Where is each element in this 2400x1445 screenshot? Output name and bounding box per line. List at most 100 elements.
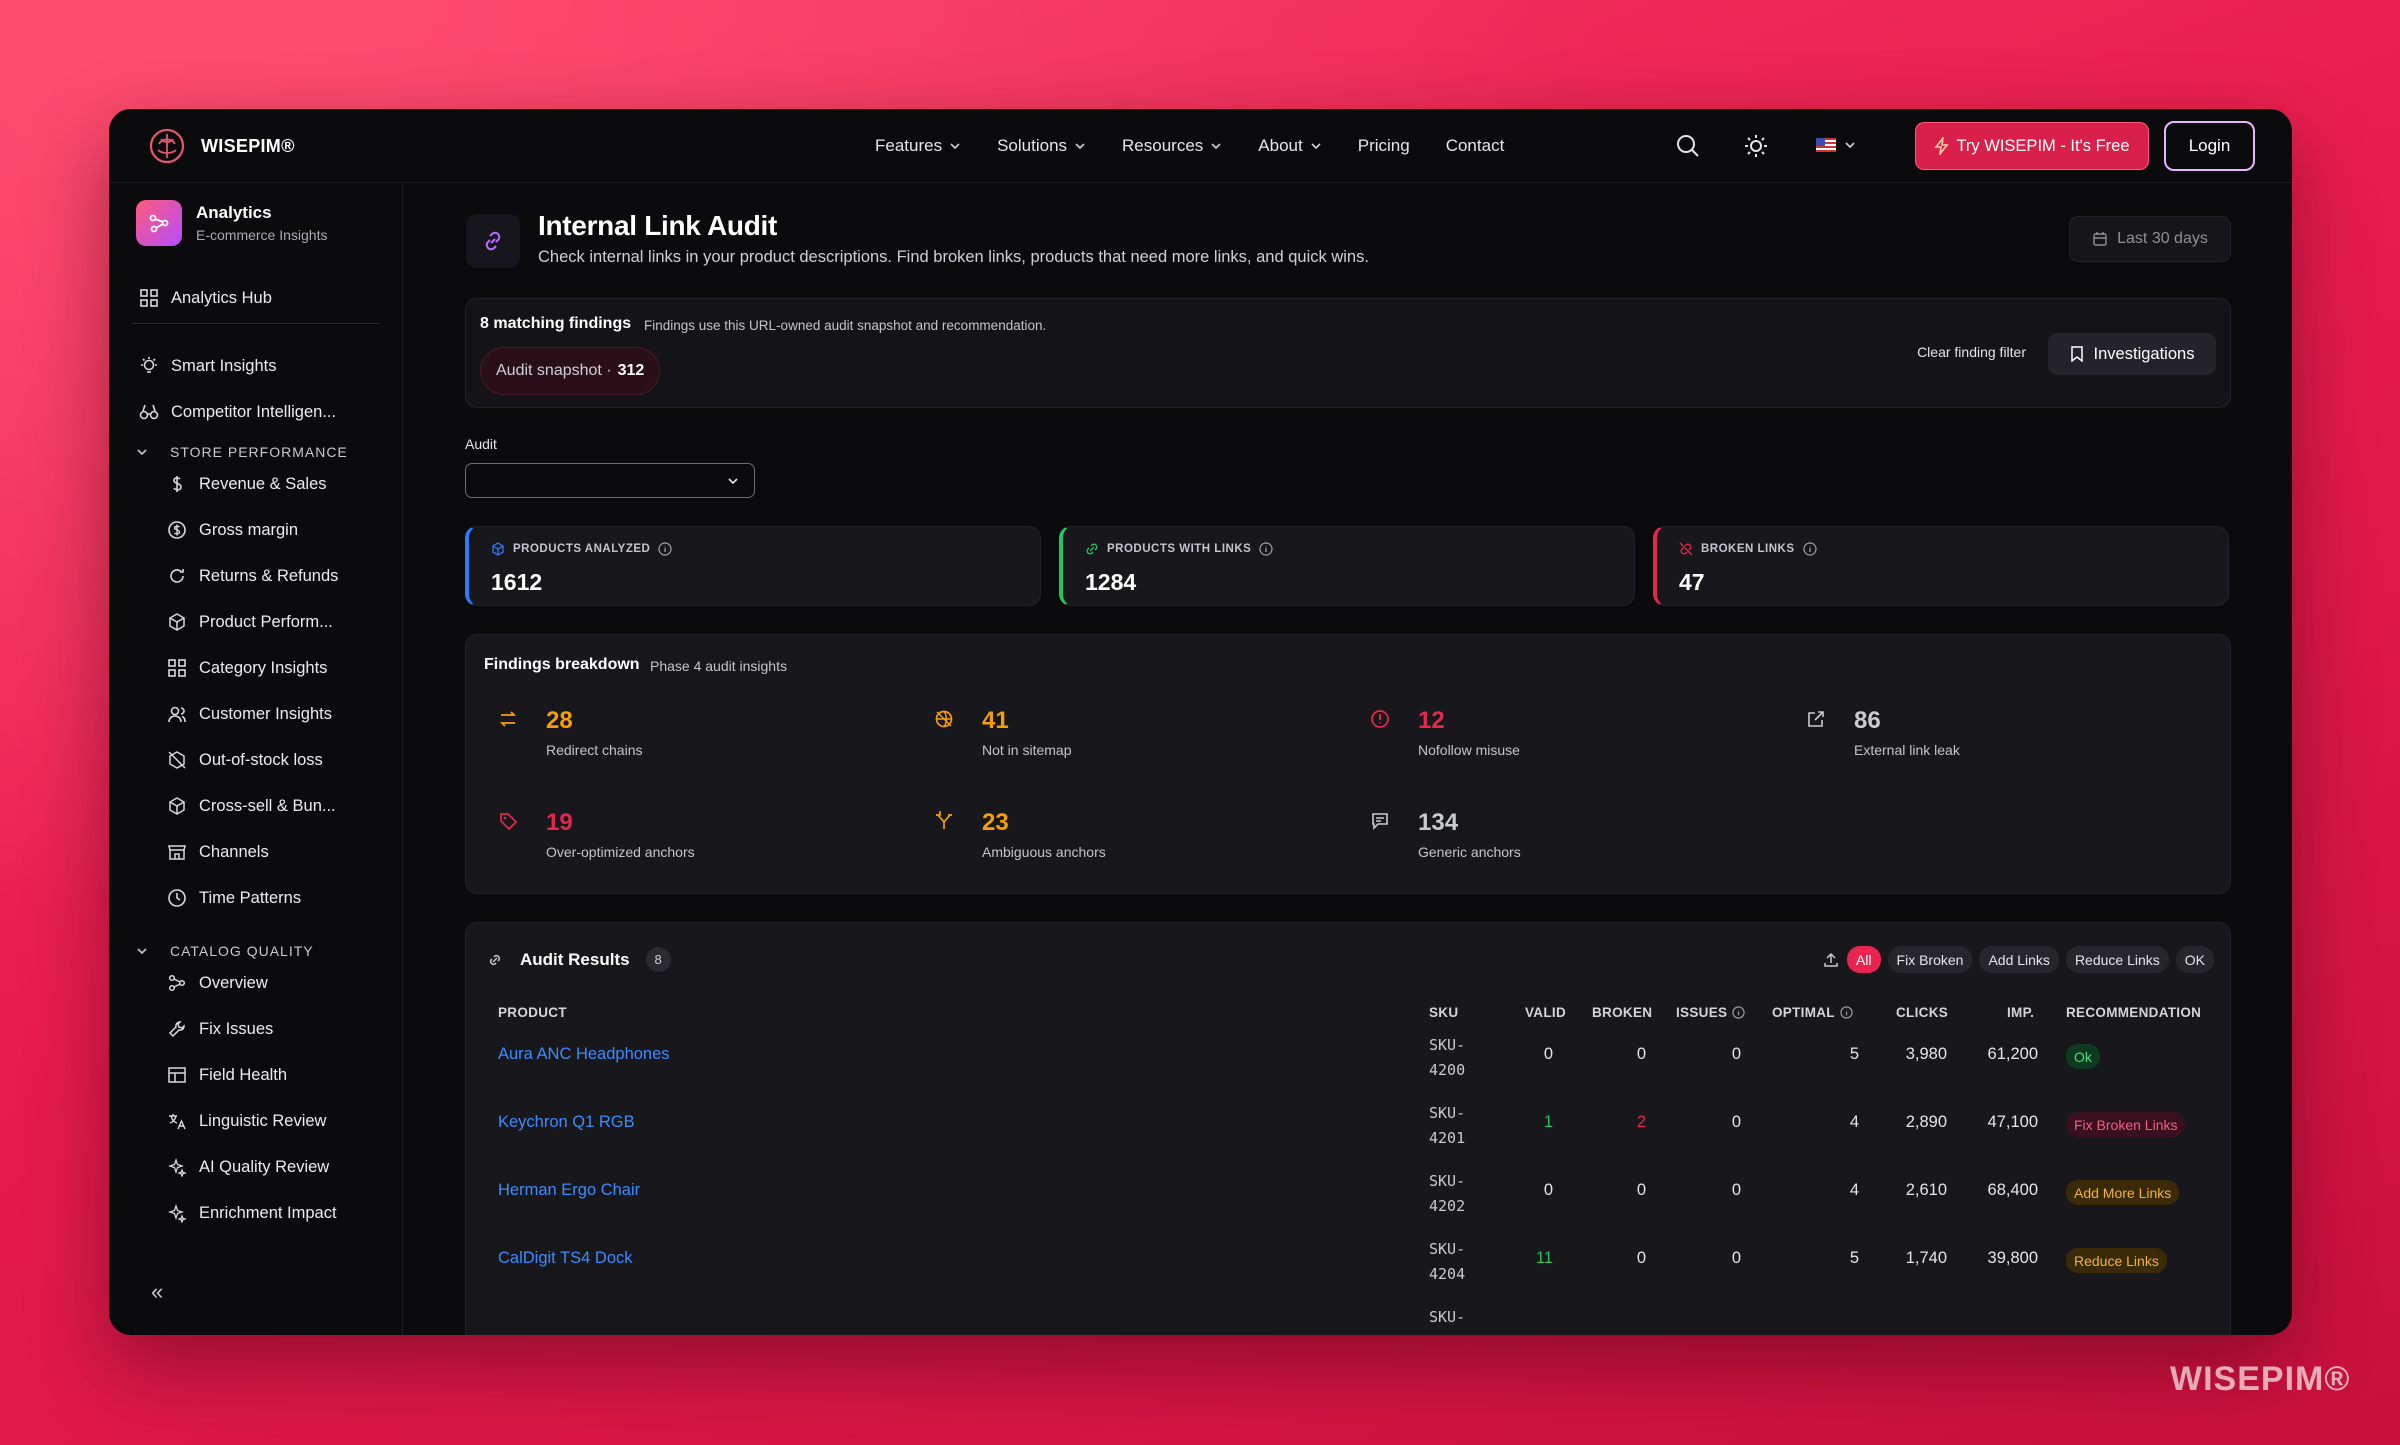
column-clicks[interactable]: CLICKS [1896, 1005, 1948, 1020]
nav-contact[interactable]: Contact [1446, 136, 1505, 156]
sidebar-item-ai-quality-review[interactable]: AI Quality Review [167, 1157, 329, 1177]
finding-label: Redirect chains [546, 742, 643, 758]
sidebar-item-label: Returns & Refunds [199, 566, 339, 585]
analytics-logo [136, 200, 182, 246]
sidebar-item-category-insights[interactable]: Category Insights [167, 658, 327, 678]
product-link[interactable]: Herman Ergo Chair [498, 1181, 640, 1200]
finding-ambiguous-anchors[interactable]: 23 Ambiguous anchors [934, 809, 1334, 869]
chevron-down-icon [137, 948, 147, 955]
chevron-down-icon [728, 478, 738, 485]
audit-select[interactable] [465, 463, 755, 498]
sun-icon[interactable] [1743, 133, 1769, 159]
main-content: Internal Link Audit Check internal links… [404, 184, 2292, 1335]
audit-snapshot-chip[interactable]: Audit snapshot · 312 [480, 347, 661, 395]
language-selector[interactable] [1816, 138, 1856, 152]
column-impressions[interactable]: IMP. [2007, 1005, 2034, 1020]
sidebar-item-channels[interactable]: Channels [167, 842, 269, 862]
product-link[interactable]: Keychron Q1 RGB [498, 1113, 635, 1132]
column-valid[interactable]: VALID [1525, 1005, 1566, 1020]
date-range-button[interactable]: Last 30 days [2069, 216, 2231, 262]
kpi-products-with-links: PRODUCTS WITH LINKS 1284 [1059, 526, 1635, 606]
finding-redirect-chains[interactable]: 28 Redirect chains [498, 707, 898, 767]
sidebar-item-smart-insights[interactable]: Smart Insights [139, 356, 276, 376]
clicks-cell: 2,890 [1905, 1113, 1947, 1131]
filter-fix-broken[interactable]: Fix Broken [1887, 946, 1973, 973]
sidebar-item-product-performance[interactable]: Product Perform... [167, 612, 333, 632]
sidebar-item-field-health[interactable]: Field Health [167, 1065, 287, 1085]
sidebar-item-cross-sell-bundles[interactable]: Cross-sell & Bun... [167, 796, 336, 816]
chevron-down-icon [1311, 143, 1321, 150]
column-recommendation[interactable]: RECOMMENDATION [2066, 1005, 2201, 1020]
search-icon[interactable] [1675, 133, 1701, 159]
sidebar-item-label: Overview [199, 973, 268, 992]
finding-over-optimized-anchors[interactable]: 19 Over-optimized anchors [498, 809, 898, 869]
sidebar-item-revenue-sales[interactable]: Revenue & Sales [167, 474, 327, 494]
filter-add-links[interactable]: Add Links [1979, 946, 2059, 973]
sparkles-icon [167, 1157, 187, 1177]
broken-link-icon [1679, 542, 1693, 556]
clear-finding-filter-button[interactable]: Clear finding filter [1917, 344, 2026, 360]
nav-pricing[interactable]: Pricing [1358, 136, 1410, 156]
sidebar-item-competitor-intelligence[interactable]: Competitor Intelligen... [139, 402, 336, 422]
sidebar-item-analytics-hub[interactable]: Analytics Hub [139, 288, 272, 308]
nav-pricing-label: Pricing [1357, 136, 1410, 155]
column-optimal[interactable]: OPTIMAL [1772, 1005, 1853, 1020]
info-icon[interactable] [658, 542, 672, 556]
sidebar-item-label: Product Perform... [199, 612, 333, 631]
grid-icon [168, 659, 186, 677]
investigations-button[interactable]: Investigations [2048, 333, 2216, 375]
try-free-button[interactable]: Try WISEPIM - It's Free [1915, 122, 2149, 170]
impressions-cell: 39,800 [1987, 1249, 2038, 1267]
filter-reduce-links[interactable]: Reduce Links [2065, 946, 2169, 973]
chevron-down-icon [1845, 142, 1855, 149]
sidebar-item-time-patterns[interactable]: Time Patterns [167, 888, 301, 908]
finding-external-link-leak[interactable]: 86 External link leak [1806, 707, 2206, 767]
product-link[interactable]: Aura ANC Headphones [498, 1045, 670, 1064]
broken-cell: 0 [1636, 1249, 1646, 1267]
chevron-down-icon [137, 449, 147, 456]
sidebar-item-overview[interactable]: Overview [167, 973, 268, 993]
export-icon[interactable] [1822, 951, 1840, 969]
chevron-down-icon [1075, 143, 1085, 150]
section-store-performance[interactable]: STORE PERFORMANCE [136, 444, 348, 460]
product-link[interactable]: CalDigit TS4 Dock [498, 1249, 633, 1268]
share-nodes-icon [149, 214, 169, 233]
chevron-down-icon [1211, 143, 1221, 150]
valid-cell: 11 [1535, 1249, 1553, 1267]
nav-features[interactable]: Features [875, 136, 961, 156]
finding-generic-anchors[interactable]: 134 Generic anchors [1370, 809, 1770, 869]
cube-icon [492, 542, 504, 556]
filter-ok[interactable]: OK [2175, 946, 2214, 973]
info-icon[interactable] [1802, 542, 1817, 556]
nav-resources[interactable]: Resources [1122, 136, 1222, 156]
sidebar-item-out-of-stock-loss[interactable]: Out-of-stock loss [167, 750, 323, 770]
nav-solutions[interactable]: Solutions [997, 136, 1086, 156]
finding-not-in-sitemap[interactable]: 41 Not in sitemap [934, 707, 1334, 767]
finding-nofollow-misuse[interactable]: 12 Nofollow misuse [1370, 707, 1770, 767]
section-label: CATALOG QUALITY [170, 943, 314, 959]
sidebar-item-fix-issues[interactable]: Fix Issues [167, 1019, 273, 1039]
sidebar-item-customer-insights[interactable]: Customer Insights [167, 704, 332, 724]
filter-all[interactable]: All [1846, 946, 1881, 973]
collapse-sidebar-button[interactable]: « [151, 1279, 163, 1305]
recommendation-badge: Ok [2066, 1044, 2100, 1069]
info-icon[interactable] [1259, 542, 1273, 556]
nav-about[interactable]: About [1258, 136, 1321, 156]
column-broken[interactable]: BROKEN [1592, 1005, 1652, 1020]
dollar-icon [173, 476, 182, 492]
sidebar-item-linguistic-review[interactable]: Linguistic Review [167, 1111, 326, 1131]
sidebar-item-returns-refunds[interactable]: Returns & Refunds [167, 566, 338, 586]
sku-prefix: SKU- [1429, 1036, 1466, 1054]
section-catalog-quality[interactable]: CATALOG QUALITY [136, 943, 314, 959]
sku-cell: SKU- 4200 [1429, 1033, 1465, 1083]
issues-cell: 0 [1731, 1045, 1741, 1063]
login-button[interactable]: Login [2164, 121, 2255, 171]
sidebar-item-gross-margin[interactable]: Gross margin [167, 520, 298, 540]
recommendation-badge: Fix Broken Links [2066, 1112, 2186, 1137]
sidebar-item-enrichment-impact[interactable]: Enrichment Impact [167, 1203, 337, 1223]
results-count: 8 [645, 947, 671, 972]
column-issues[interactable]: ISSUES [1676, 1005, 1745, 1020]
column-product[interactable]: PRODUCT [498, 1005, 567, 1020]
brand-logo[interactable]: WISEPIM® [147, 126, 295, 166]
column-sku[interactable]: SKU [1429, 1005, 1458, 1020]
